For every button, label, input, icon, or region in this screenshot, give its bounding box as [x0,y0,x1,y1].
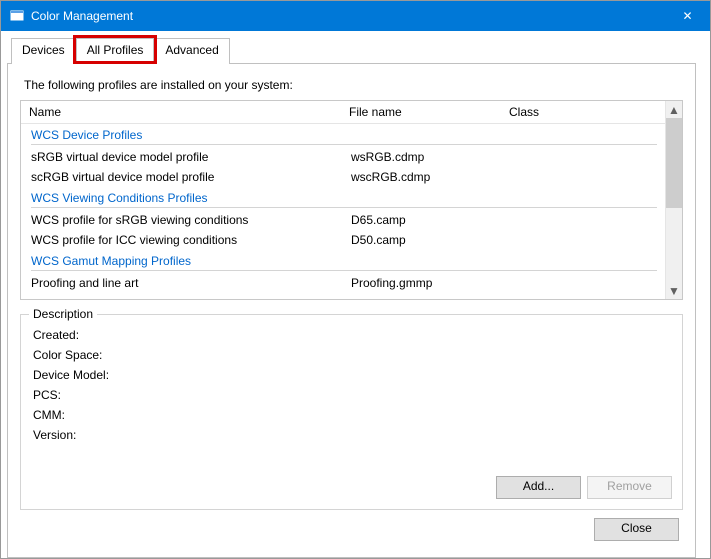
desc-cmm: CMM: [31,405,672,425]
list-item[interactable]: WCS profile for sRGB viewing conditions … [21,210,665,230]
listview-header: Name File name Class [21,101,665,124]
vertical-scrollbar[interactable]: ▲ ▼ [665,101,682,299]
group-header[interactable]: WCS Gamut Mapping Profiles [21,250,665,270]
scroll-track[interactable] [666,208,682,282]
group-divider [31,207,657,208]
close-button[interactable]: Close [594,518,679,541]
listview-body: WCS Device Profiles sRGB virtual device … [21,124,665,293]
list-item[interactable]: sRGB virtual device model profile wsRGB.… [21,147,665,167]
remove-button: Remove [587,476,672,499]
tab-strip: Devices All Profiles Advanced [11,37,696,63]
desc-colorspace: Color Space: [31,345,672,365]
app-icon [9,8,25,24]
scroll-up-button[interactable]: ▲ [666,101,682,118]
dialog-footer: Close [20,510,683,549]
intro-text: The following profiles are installed on … [24,78,683,92]
desc-devicemodel: Device Model: [31,365,672,385]
description-button-row: Add... Remove [31,468,672,499]
scroll-thumb[interactable] [666,118,683,208]
description-legend: Description [29,307,97,321]
group-header[interactable]: WCS Viewing Conditions Profiles [21,187,665,207]
column-header-file[interactable]: File name [341,101,501,123]
profiles-listview[interactable]: Name File name Class WCS Device Profiles… [20,100,683,300]
tab-devices[interactable]: Devices [11,38,76,64]
column-header-name[interactable]: Name [21,101,341,123]
group-divider [31,144,657,145]
scroll-down-button[interactable]: ▼ [666,282,682,299]
list-item[interactable]: scRGB virtual device model profile wscRG… [21,167,665,187]
desc-version: Version: [31,425,672,445]
column-header-class[interactable]: Class [501,101,641,123]
tab-all-profiles[interactable]: All Profiles [76,38,155,64]
group-divider [31,270,657,271]
tab-panel-all-profiles: The following profiles are installed on … [7,63,696,558]
desc-pcs: PCS: [31,385,672,405]
add-button[interactable]: Add... [496,476,581,499]
window-close-button[interactable]: ✕ [665,1,710,31]
chevron-up-icon: ▲ [668,103,680,117]
list-item[interactable]: Proofing and line art Proofing.gmmp [21,273,665,293]
list-item[interactable]: WCS profile for ICC viewing conditions D… [21,230,665,250]
window-title: Color Management [31,9,133,23]
titlebar: Color Management ✕ [1,1,710,31]
desc-created: Created: [31,325,672,345]
chevron-down-icon: ▼ [668,284,680,298]
close-icon: ✕ [682,9,692,23]
group-header[interactable]: WCS Device Profiles [21,124,665,144]
tab-advanced[interactable]: Advanced [154,38,229,64]
description-groupbox: Description Created: Color Space: Device… [20,314,683,510]
